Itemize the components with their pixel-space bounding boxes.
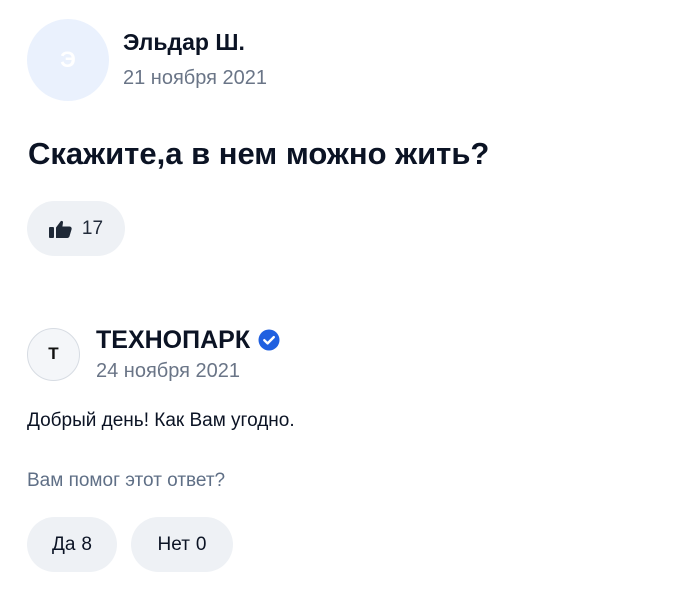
answer-text: Добрый день! Как Вам угодно. — [27, 410, 295, 431]
answer-author: T ТЕХНОПАРК 24 ноября 2021 — [27, 324, 280, 384]
like-button[interactable]: 17 — [27, 201, 125, 256]
question-date: 21 ноября 2021 — [123, 67, 268, 89]
vote-no-label: Нет — [157, 533, 190, 555]
vote-row: Да 8 Нет 0 — [27, 517, 233, 572]
vote-yes-count: 8 — [81, 533, 92, 555]
author-name: Эльдар Ш. — [123, 29, 245, 55]
avatar: Э — [27, 19, 109, 101]
vote-yes-label: Да — [51, 533, 76, 555]
answer-meta: ТЕХНОПАРК 24 ноября 2021 — [96, 324, 280, 384]
verified-check-icon — [258, 329, 280, 351]
like-count: 17 — [81, 217, 104, 239]
vote-no-button[interactable]: Нет 0 — [131, 517, 233, 572]
author-meta: Эльдар Ш. 21 ноября 2021 — [123, 27, 267, 93]
question-author: Э Эльдар Ш. 21 ноября 2021 — [27, 19, 267, 101]
helpful-prompt: Вам помог этот ответ? — [27, 470, 226, 491]
answer-name-row: ТЕХНОПАРК — [96, 324, 280, 356]
avatar-initial: Э — [60, 47, 76, 72]
answer-date: 24 ноября 2021 — [96, 360, 241, 382]
question-text: Скажите,а в нем можно жить? — [28, 136, 490, 171]
seller-avatar: T — [27, 327, 80, 381]
vote-yes-button[interactable]: Да 8 — [27, 517, 117, 572]
thumbs-up-icon — [48, 219, 73, 239]
vote-no-count: 0 — [195, 533, 207, 555]
avatar-initial: T — [48, 344, 59, 363]
seller-name: ТЕХНОПАРК — [96, 326, 251, 354]
